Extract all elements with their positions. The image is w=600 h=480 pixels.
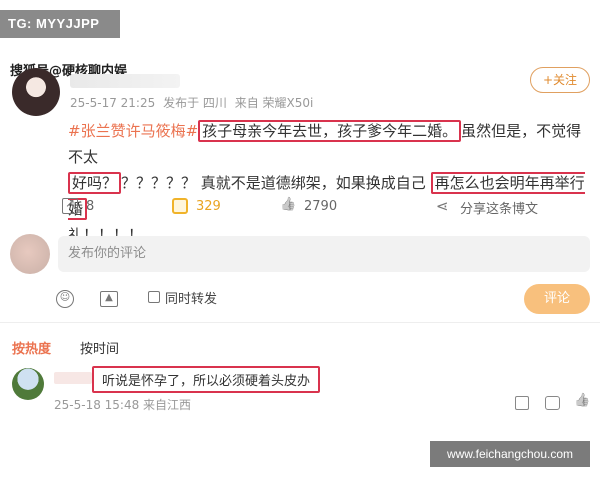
thumbs-up-icon: [280, 198, 296, 214]
sort-by-hot-tab[interactable]: 按热度: [12, 338, 51, 357]
image-icon[interactable]: ▲: [100, 291, 118, 307]
comment-like-icon[interactable]: 👍: [574, 393, 590, 408]
commenter-avatar[interactable]: [12, 368, 44, 400]
highlight-box-1: 孩子母亲今年去世，孩子爹今年二婚。: [198, 120, 462, 142]
forward-label: 分享这条博文: [460, 202, 539, 217]
like-count: 2790: [304, 198, 338, 214]
author-name-blurred: [70, 74, 180, 88]
sort-by-time-tab[interactable]: 按时间: [80, 338, 119, 357]
comment-action[interactable]: 329: [172, 195, 221, 214]
share-nodes-icon: [436, 197, 452, 216]
like-action[interactable]: 2790: [280, 198, 337, 214]
comment-reply-icon[interactable]: [545, 396, 560, 410]
comment-count: 329: [196, 198, 221, 214]
content-text: ？？？？？ 真就不是道德绑架，如果换成自己: [121, 174, 426, 192]
repost-checkbox[interactable]: [148, 291, 160, 303]
post-location: 发布于 四川: [163, 96, 227, 110]
comment-text: 听说是怀孕了，所以必须硬着头皮办: [92, 366, 321, 393]
post-meta: 25-5-17 21:25 发布于 四川 来自 荣耀X50i: [70, 94, 317, 111]
share-action[interactable]: 8: [62, 196, 95, 214]
follow-button[interactable]: +关注: [530, 67, 590, 93]
repost-label: 同时转发: [165, 292, 218, 307]
post-date: 25-5-17 21:25: [70, 96, 156, 110]
topic-link[interactable]: #张兰赞许马筱梅#: [68, 122, 198, 140]
share-count: 8: [86, 198, 95, 214]
submit-comment-button[interactable]: 评论: [524, 284, 590, 314]
watermark-bottom: www.feichangchou.com: [430, 441, 590, 467]
share-icon: [62, 196, 78, 214]
current-user-avatar: [10, 234, 50, 274]
comment-icon: [172, 195, 188, 214]
comment-share-icon[interactable]: [515, 396, 529, 410]
divider: [0, 322, 600, 323]
comment-input[interactable]: 发布你的评论: [58, 236, 590, 272]
commenter-name-blurred: [54, 372, 92, 384]
post-content: #张兰赞许马筱梅# 孩子母亲今年去世，孩子爹今年二婚。 虽然但是，不觉得不太 好吗？…: [68, 118, 593, 248]
forward-action[interactable]: 分享这条博文: [436, 197, 539, 218]
watermark-top: TG: MYYJJPP: [0, 10, 120, 38]
author-avatar[interactable]: [12, 68, 60, 116]
highlight-box-2: 好吗？: [68, 172, 122, 194]
emoji-icon[interactable]: ☺: [56, 290, 74, 308]
comment-meta: 25-5-18 15:48 来自江西: [54, 398, 192, 412]
post-device: 来自 荣耀X50i: [234, 96, 314, 110]
